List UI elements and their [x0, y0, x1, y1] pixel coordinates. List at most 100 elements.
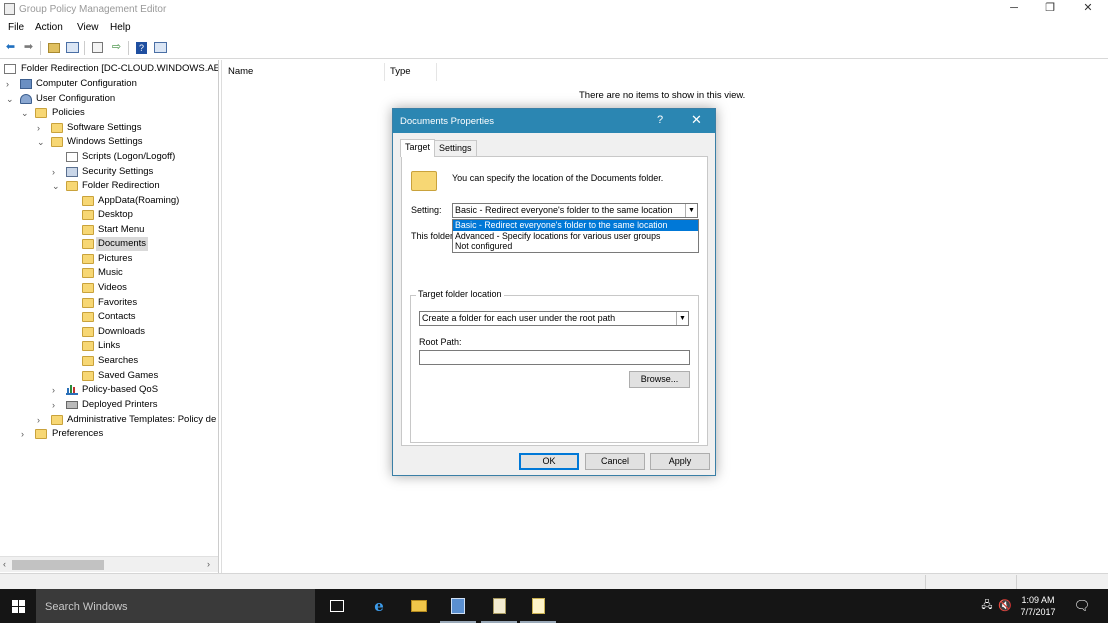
gpo-editor-icon[interactable]	[520, 594, 556, 623]
tree-label: Deployed Printers	[82, 399, 158, 410]
tree-label: Links	[98, 340, 121, 351]
tree-label: Software Settings	[67, 122, 142, 133]
expand-icon[interactable]: ›	[21, 427, 30, 441]
menu-view[interactable]: View	[77, 22, 99, 33]
folder-icon	[82, 239, 94, 249]
folder-icon	[66, 181, 78, 191]
apply-button[interactable]: Apply	[650, 453, 710, 470]
tree-label: Saved Games	[98, 370, 159, 381]
setting-dropdown[interactable]: Basic - Redirect everyone's folder to th…	[452, 203, 698, 218]
expand-icon[interactable]: ›	[52, 398, 61, 412]
chevron-down-icon[interactable]: ▼	[685, 204, 697, 217]
status-bar	[0, 573, 1108, 589]
windows-logo-icon	[19, 600, 25, 606]
date: 7/7/2017	[1020, 607, 1056, 617]
server-manager-icon[interactable]	[440, 594, 476, 623]
minimize-button[interactable]: ─	[997, 0, 1031, 18]
folder-icon	[411, 171, 437, 191]
tree-label: Start Menu	[98, 224, 145, 235]
folder-icon	[35, 108, 47, 118]
start-button[interactable]	[0, 589, 36, 623]
show-hide-tree-icon[interactable]	[65, 41, 80, 55]
cancel-button[interactable]: Cancel	[585, 453, 645, 470]
task-view-icon[interactable]	[325, 594, 349, 618]
expand-icon[interactable]: ›	[37, 121, 46, 135]
tab-settings[interactable]: Settings	[434, 140, 477, 156]
column-header-name[interactable]: Name	[228, 66, 253, 77]
dialog-title: Documents Properties	[400, 116, 494, 127]
back-icon[interactable]: ⬅	[3, 41, 18, 55]
tree-label: Folder Redirection [DC-CLOUD.WINDOWS.AE	[21, 63, 219, 74]
tree-label: Searches	[98, 355, 139, 366]
tree-label: Preferences	[52, 428, 104, 439]
scroll-right-icon[interactable]: ›	[207, 559, 210, 569]
help-button[interactable]: ?	[657, 114, 663, 126]
taskbar: Search Windows e 🖧 🔇 1:09 AM 7/7/2017 🗨	[0, 589, 1108, 623]
clock[interactable]: 1:09 AM 7/7/2017	[1018, 594, 1058, 618]
setting-dropdown-list[interactable]: Basic - Redirect everyone's folder to th…	[452, 219, 699, 253]
collapse-icon[interactable]: ⌄	[52, 179, 61, 193]
folder-icon	[82, 268, 94, 278]
menu-file[interactable]: File	[8, 22, 24, 33]
action-center-icon[interactable]: 🗨	[1070, 594, 1094, 618]
windows-logo-icon	[12, 600, 18, 606]
scroll-left-icon[interactable]: ‹	[3, 559, 6, 569]
empty-list-message: There are no items to show in this view.	[579, 90, 746, 101]
folder-icon	[82, 341, 94, 351]
folder-icon	[82, 283, 94, 293]
dialog-close-button[interactable]: ✕	[691, 112, 702, 128]
tree-label: AppData(Roaming)	[98, 195, 180, 206]
tree-label: Computer Configuration	[36, 78, 137, 89]
close-button[interactable]: ✕	[1071, 0, 1105, 18]
target-folder-location-label: Target folder location	[416, 289, 504, 299]
title-bar: Group Policy Management Editor ─ ❐ ✕	[0, 0, 1108, 19]
tree-pane[interactable]: Folder Redirection [DC-CLOUD.WINDOWS.AE …	[0, 60, 219, 573]
tree-label: Favorites	[98, 297, 138, 308]
target-folder-dropdown[interactable]: Create a folder for each user under the …	[419, 311, 689, 326]
folder-icon	[82, 254, 94, 264]
expand-icon[interactable]: ›	[6, 77, 15, 91]
tree-label: Contacts	[98, 311, 136, 322]
file-explorer-icon[interactable]	[407, 594, 431, 618]
restore-button[interactable]: ❐	[1033, 0, 1067, 18]
target-tab-page: You can specify the location of the Docu…	[401, 156, 708, 446]
documents-properties-dialog: Documents Properties ? ✕ Target Settings…	[392, 108, 716, 476]
menu-help[interactable]: Help	[110, 22, 131, 33]
properties-icon[interactable]	[90, 41, 105, 55]
group-policy-icon[interactable]	[481, 594, 517, 623]
collapse-icon[interactable]: ⌄	[21, 106, 30, 120]
printer-icon	[66, 401, 78, 409]
setting-option-basic[interactable]: Basic - Redirect everyone's folder to th…	[453, 220, 698, 231]
export-icon[interactable]: ⇨	[109, 41, 124, 55]
tree-label: Policy-based QoS	[82, 384, 159, 395]
folder-icon	[51, 415, 63, 425]
browse-button[interactable]: Browse...	[629, 371, 690, 388]
up-icon[interactable]	[46, 41, 61, 55]
taskbar-search-box[interactable]: Search Windows	[36, 589, 315, 623]
volume-muted-icon[interactable]: 🔇	[993, 594, 1017, 618]
collapse-icon[interactable]: ⌄	[6, 92, 15, 106]
chevron-down-icon[interactable]: ▼	[676, 312, 688, 325]
setting-option-advanced[interactable]: Advanced - Specify locations for various…	[453, 231, 698, 242]
setting-label: Setting:	[411, 205, 442, 215]
expand-icon[interactable]: ›	[52, 165, 61, 179]
expand-icon[interactable]: ›	[37, 413, 46, 427]
expand-icon[interactable]: ›	[52, 383, 61, 397]
scrollbar-thumb[interactable]	[12, 560, 104, 570]
setting-option-not-configured[interactable]: Not configured	[453, 241, 698, 252]
column-divider[interactable]	[436, 63, 437, 81]
security-icon	[66, 167, 78, 177]
column-header-type[interactable]: Type	[390, 66, 411, 77]
forward-icon[interactable]: ➡	[21, 41, 36, 55]
help-icon[interactable]: ?	[134, 41, 149, 55]
edge-icon[interactable]: e	[367, 594, 391, 618]
collapse-icon[interactable]: ⌄	[37, 135, 46, 149]
console-icon[interactable]	[153, 41, 168, 55]
root-path-input[interactable]	[419, 350, 690, 365]
column-divider[interactable]	[384, 63, 385, 81]
ok-button[interactable]: OK	[519, 453, 579, 470]
tab-target[interactable]: Target	[400, 139, 436, 157]
dialog-title-bar[interactable]: Documents Properties ? ✕	[393, 109, 715, 133]
menu-action[interactable]: Action	[35, 22, 63, 33]
tree-horizontal-scrollbar[interactable]: ‹ ›	[0, 556, 218, 572]
